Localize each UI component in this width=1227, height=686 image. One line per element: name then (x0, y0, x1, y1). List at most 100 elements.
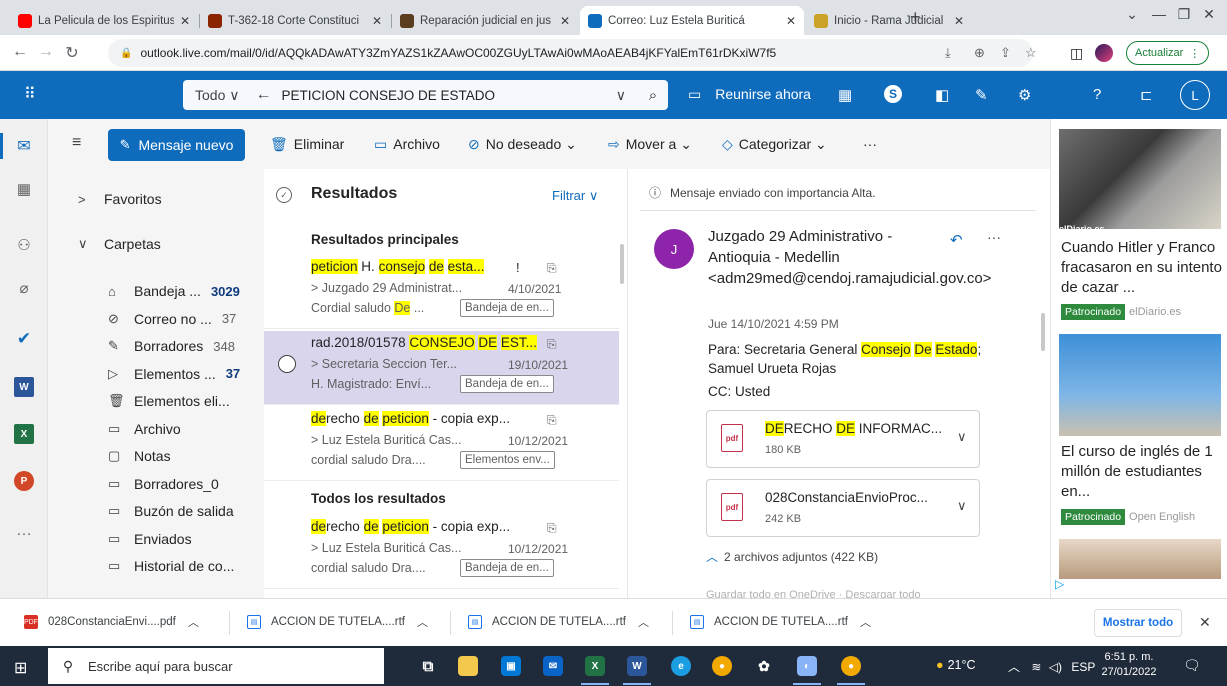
close-tab-icon[interactable]: ✕ (786, 14, 796, 28)
windows-start-icon[interactable]: ⊞ (14, 658, 27, 678)
weather-widget[interactable]: ● 21°C (936, 658, 976, 672)
qr-code-icon[interactable]: ▦ (838, 86, 852, 104)
move-to-button[interactable]: ⇨ Mover a ⌄ (608, 136, 692, 153)
meet-now-button[interactable]: ▭ Reunirse ahora (688, 86, 811, 103)
select-all-checkbox[interactable]: ✓ (276, 187, 292, 203)
edge-icon[interactable]: e (671, 656, 691, 676)
settings-gear-icon[interactable]: ⚙ (1018, 86, 1031, 104)
folder-chip[interactable]: Elementos env... (460, 451, 555, 469)
search-scope-dropdown[interactable]: Todo ∨ (183, 87, 250, 104)
notifications-icon[interactable]: 🗨 (1183, 657, 1201, 674)
download-item[interactable]: ▤ ACCION DE TUTELA....rtf ︿ (690, 614, 871, 630)
close-tab-icon[interactable]: ✕ (954, 14, 964, 28)
help-icon[interactable]: ? (1093, 86, 1101, 103)
word-icon[interactable]: W (12, 375, 36, 399)
browser-tab[interactable]: La Pelicula de los Espiritus ✕ (10, 6, 198, 35)
close-tab-icon[interactable]: ✕ (560, 14, 570, 28)
ad-title-2[interactable]: El curso de inglés de 1 millón de estudi… (1061, 442, 1226, 502)
minimize-button[interactable]: — (1147, 6, 1171, 22)
folder-chip[interactable]: Bandeja de en... (460, 299, 554, 317)
select-message-radio[interactable] (278, 355, 296, 373)
search-options-chevron-icon[interactable]: ∨ (616, 87, 626, 104)
system-tray[interactable]: ︿ ≋ ◁) ESP (1008, 658, 1095, 675)
install-app-icon[interactable]: ⤓ (945, 45, 951, 61)
sender-avatar[interactable]: J (654, 229, 694, 269)
zoom-icon[interactable]: ⊕ (974, 45, 985, 61)
more-actions-icon[interactable]: ··· (987, 229, 1001, 245)
search-query[interactable]: PETICION CONSEJO DE ESTADO (282, 88, 616, 103)
browser-tab[interactable]: Inicio - Rama Judicial ✕ (806, 6, 972, 35)
message-row[interactable]: rad.2018/01578 CONSEJO DE EST... ⎘ > Secre… (264, 331, 619, 405)
url-bar[interactable]: 🔒 outlook.live.com/mail/0/id/AQQkADAwATY… (108, 39, 1033, 67)
download-item[interactable]: ▤ ACCION DE TUTELA....rtf ︿ (468, 614, 649, 630)
search-box[interactable]: Todo ∨ ← PETICION CONSEJO DE ESTADO ∨ ⌕ (183, 80, 668, 110)
calendar-icon[interactable]: ▦ (12, 177, 36, 201)
app-launcher-icon[interactable]: ⠿ (24, 84, 36, 104)
folder-item[interactable]: ▭ Historial de co... (48, 554, 264, 578)
folders-toggle[interactable]: ∨ Carpetas (48, 232, 264, 256)
folder-item[interactable]: ⌂ Bandeja ... 3029 (48, 279, 264, 303)
junk-button[interactable]: ⊘ No deseado ⌄ (468, 136, 577, 153)
hamburger-menu-icon[interactable]: ≡ (72, 134, 81, 152)
paint-icon[interactable]: ✿ (754, 656, 774, 676)
close-window-button[interactable]: ✕ (1197, 6, 1221, 23)
taskbar-search[interactable]: ⚲ Escribe aquí para buscar (48, 648, 384, 684)
ad-image-3[interactable] (1059, 539, 1221, 579)
close-downloads-icon[interactable]: ✕ (1199, 614, 1211, 631)
mail-icon[interactable]: ✉ (12, 134, 36, 158)
download-item[interactable]: PDF 028ConstanciaEnvi....pdf ︿ (24, 614, 199, 630)
new-mail-button[interactable]: ✎ Mensaje nuevo (108, 129, 245, 161)
attachment-menu-chevron-icon[interactable]: ∨ (957, 498, 967, 514)
message-row[interactable]: derecho de peticion - copia exp... ⎘ > Luz… (264, 407, 619, 481)
attachment-card[interactable]: pdf 028ConstanciaEnvioProc... 242 KB ∨ (706, 479, 980, 537)
bookmark-star-icon[interactable]: ☆ (1025, 45, 1037, 61)
excel-taskbar-icon[interactable]: X (585, 656, 605, 676)
browser-tab[interactable]: T-362-18 Corte Constituci ✕ (200, 6, 390, 35)
message-row[interactable]: derecho de peticion - copia exp... ⎘ > Luz… (264, 515, 619, 589)
clock[interactable]: 6:51 p. m. 27/01/2022 (1094, 650, 1164, 680)
categorize-button[interactable]: ◇ Categorizar ⌄ (722, 136, 827, 153)
ad-title-1[interactable]: Cuando Hitler y Franco fracasaron en su … (1061, 238, 1226, 298)
show-all-downloads-button[interactable]: Mostrar todo (1094, 609, 1182, 637)
attachments-summary[interactable]: ︿ 2 archivos adjuntos (422 KB) (706, 548, 878, 565)
chrome-profile-icon[interactable]: ● (841, 656, 861, 676)
folder-item[interactable]: 🗑 Elementos eli... (48, 389, 264, 413)
people-icon[interactable]: ⚇ (12, 233, 36, 257)
word-taskbar-icon[interactable]: W (627, 656, 647, 676)
download-item[interactable]: ▤ ACCION DE TUTELA....rtf ︿ (247, 614, 428, 630)
delete-button[interactable]: 🗑 Eliminar (270, 136, 344, 153)
folder-item[interactable]: ▭ Borradores_0 (48, 472, 264, 496)
attachment-card[interactable]: pdf DERECHO DE INFORMAC... 180 KB ∨ (706, 410, 980, 468)
account-avatar[interactable]: L (1180, 80, 1210, 110)
folder-item[interactable]: ▷ Elementos ... 37 (48, 362, 264, 386)
maximize-button[interactable]: ❐ (1172, 6, 1196, 23)
browser-tab[interactable]: Correo: Luz Estela Buriticá ✕ (580, 6, 804, 35)
task-view-icon[interactable]: ⧉ (418, 656, 438, 676)
profile-avatar[interactable] (1095, 44, 1113, 62)
app-icon[interactable]: ◐ (797, 656, 817, 676)
skype-icon[interactable]: S (884, 85, 902, 103)
forward-arrow-icon[interactable]: → (36, 43, 56, 61)
share-icon[interactable]: ⇪ (1000, 45, 1011, 61)
more-apps-icon[interactable]: ··· (12, 521, 36, 545)
folder-item[interactable]: ▢ Notas (48, 444, 264, 468)
back-arrow-icon[interactable]: ← (10, 43, 30, 61)
folder-chip[interactable]: Bandeja de en... (460, 375, 554, 393)
tab-strip-icon[interactable]: ◫ (1070, 45, 1083, 62)
powerpoint-icon[interactable]: P (12, 469, 36, 493)
new-tab-button[interactable]: + (910, 7, 921, 28)
sender-name[interactable]: Juzgado 29 Administrativo - Antioquia - … (708, 226, 991, 289)
search-icon[interactable]: ⌕ (638, 87, 668, 104)
favorites-toggle[interactable]: > Favoritos (48, 187, 264, 211)
folder-item[interactable]: ✎ Borradores 348 (48, 334, 264, 358)
attachment-icon[interactable]: ⌀ (12, 276, 36, 300)
more-commands-button[interactable]: ··· (863, 136, 877, 152)
message-row[interactable]: peticion H. consejo de esta...! ⎘ > Juzgad… (264, 255, 619, 329)
filter-button[interactable]: Filtrar ∨ (552, 188, 598, 204)
folder-item[interactable]: ▭ Buzón de salida (48, 499, 264, 523)
ad-image-historic-photo[interactable] (1059, 129, 1221, 229)
my-day-icon[interactable]: ✎ (975, 86, 988, 104)
store-icon[interactable]: ▣ (501, 656, 521, 676)
mail-app-icon[interactable]: ✉ (543, 656, 563, 676)
feedback-megaphone-icon[interactable]: ⊏ (1140, 86, 1153, 104)
